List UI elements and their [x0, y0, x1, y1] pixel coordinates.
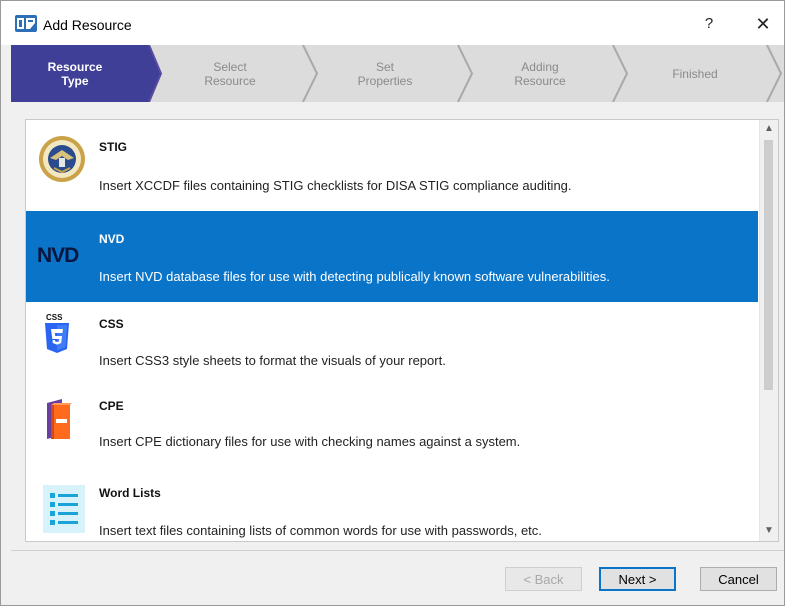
nvd-logo-icon: NVD: [37, 244, 80, 267]
item-title: NVD: [99, 232, 125, 246]
book-icon: [47, 399, 72, 439]
disa-seal-icon: [39, 136, 85, 182]
close-button[interactable]: ✕: [749, 12, 777, 36]
list-item-cpe[interactable]: CPE Insert CPE dictionary files for use …: [26, 383, 758, 466]
list-item-word-lists[interactable]: Word Lists Insert text files containing …: [26, 465, 758, 541]
cancel-button[interactable]: Cancel: [700, 567, 777, 591]
step-label-line1: Finished: [672, 66, 718, 81]
help-button[interactable]: ?: [695, 12, 723, 36]
list-icon: [43, 485, 85, 533]
item-description: Insert CSS3 style sheets to format the v…: [99, 353, 446, 368]
footer-divider: [11, 550, 784, 551]
resource-type-list: STIG Insert XCCDF files containing STIG …: [25, 119, 779, 542]
css3-icon-text: CSS: [46, 313, 63, 322]
list-item-nvd[interactable]: NVD NVD Insert NVD database files for us…: [26, 211, 758, 303]
scroll-up-arrow-icon[interactable]: ▲: [760, 122, 778, 136]
step-label-line2: Properties: [357, 73, 413, 88]
scroll-thumb[interactable]: [764, 140, 773, 390]
step-finished: Finished: [631, 45, 759, 102]
list-item-css[interactable]: CSS CSS Insert CSS3 style sheets to form…: [26, 302, 758, 384]
item-description: Insert XCCDF files containing STIG check…: [99, 178, 572, 193]
step-adding-resource: Adding Resource: [476, 45, 604, 102]
step-label-line1: Adding: [521, 59, 559, 74]
item-title: CSS: [99, 317, 124, 331]
css3-icon: CSS: [45, 313, 69, 353]
step-label-line2: Resource: [204, 73, 256, 88]
wizard-steps: Resource Type Select Resource Set Propertie…: [11, 45, 784, 102]
scroll-down-arrow-icon[interactable]: ▼: [760, 524, 778, 538]
list-scrollbar[interactable]: ▲ ▼: [759, 120, 778, 541]
next-button[interactable]: Next >: [599, 567, 676, 591]
item-title: STIG: [99, 140, 128, 154]
item-description: Insert text files containing lists of co…: [99, 523, 542, 538]
title-bar: Add Resource ? ✕: [1, 1, 784, 45]
step-label-line1: Resource: [47, 59, 103, 74]
step-resource-type: Resource Type: [11, 45, 139, 102]
item-description: Insert NVD database files for use with d…: [99, 269, 610, 284]
item-title: Word Lists: [99, 486, 161, 500]
add-resource-dialog: Add Resource ? ✕ Resource Type Select Reso…: [0, 0, 785, 606]
step-select-resource: Select Resource: [166, 45, 294, 102]
item-title: CPE: [99, 399, 124, 413]
list-item-stig[interactable]: STIG Insert XCCDF files containing STIG …: [26, 120, 758, 212]
step-label-line2: Type: [61, 73, 89, 88]
step-set-properties: Set Properties: [321, 45, 449, 102]
window-title: Add Resource: [43, 17, 132, 33]
app-icon: [15, 15, 37, 32]
step-label-line1: Set: [375, 59, 394, 74]
nvd-logo-text: NVD: [37, 244, 79, 267]
back-button[interactable]: < Back: [505, 567, 582, 591]
step-label-line1: Select: [213, 59, 247, 74]
item-description: Insert CPE dictionary files for use with…: [99, 434, 521, 449]
step-label-line2: Resource: [514, 73, 566, 88]
